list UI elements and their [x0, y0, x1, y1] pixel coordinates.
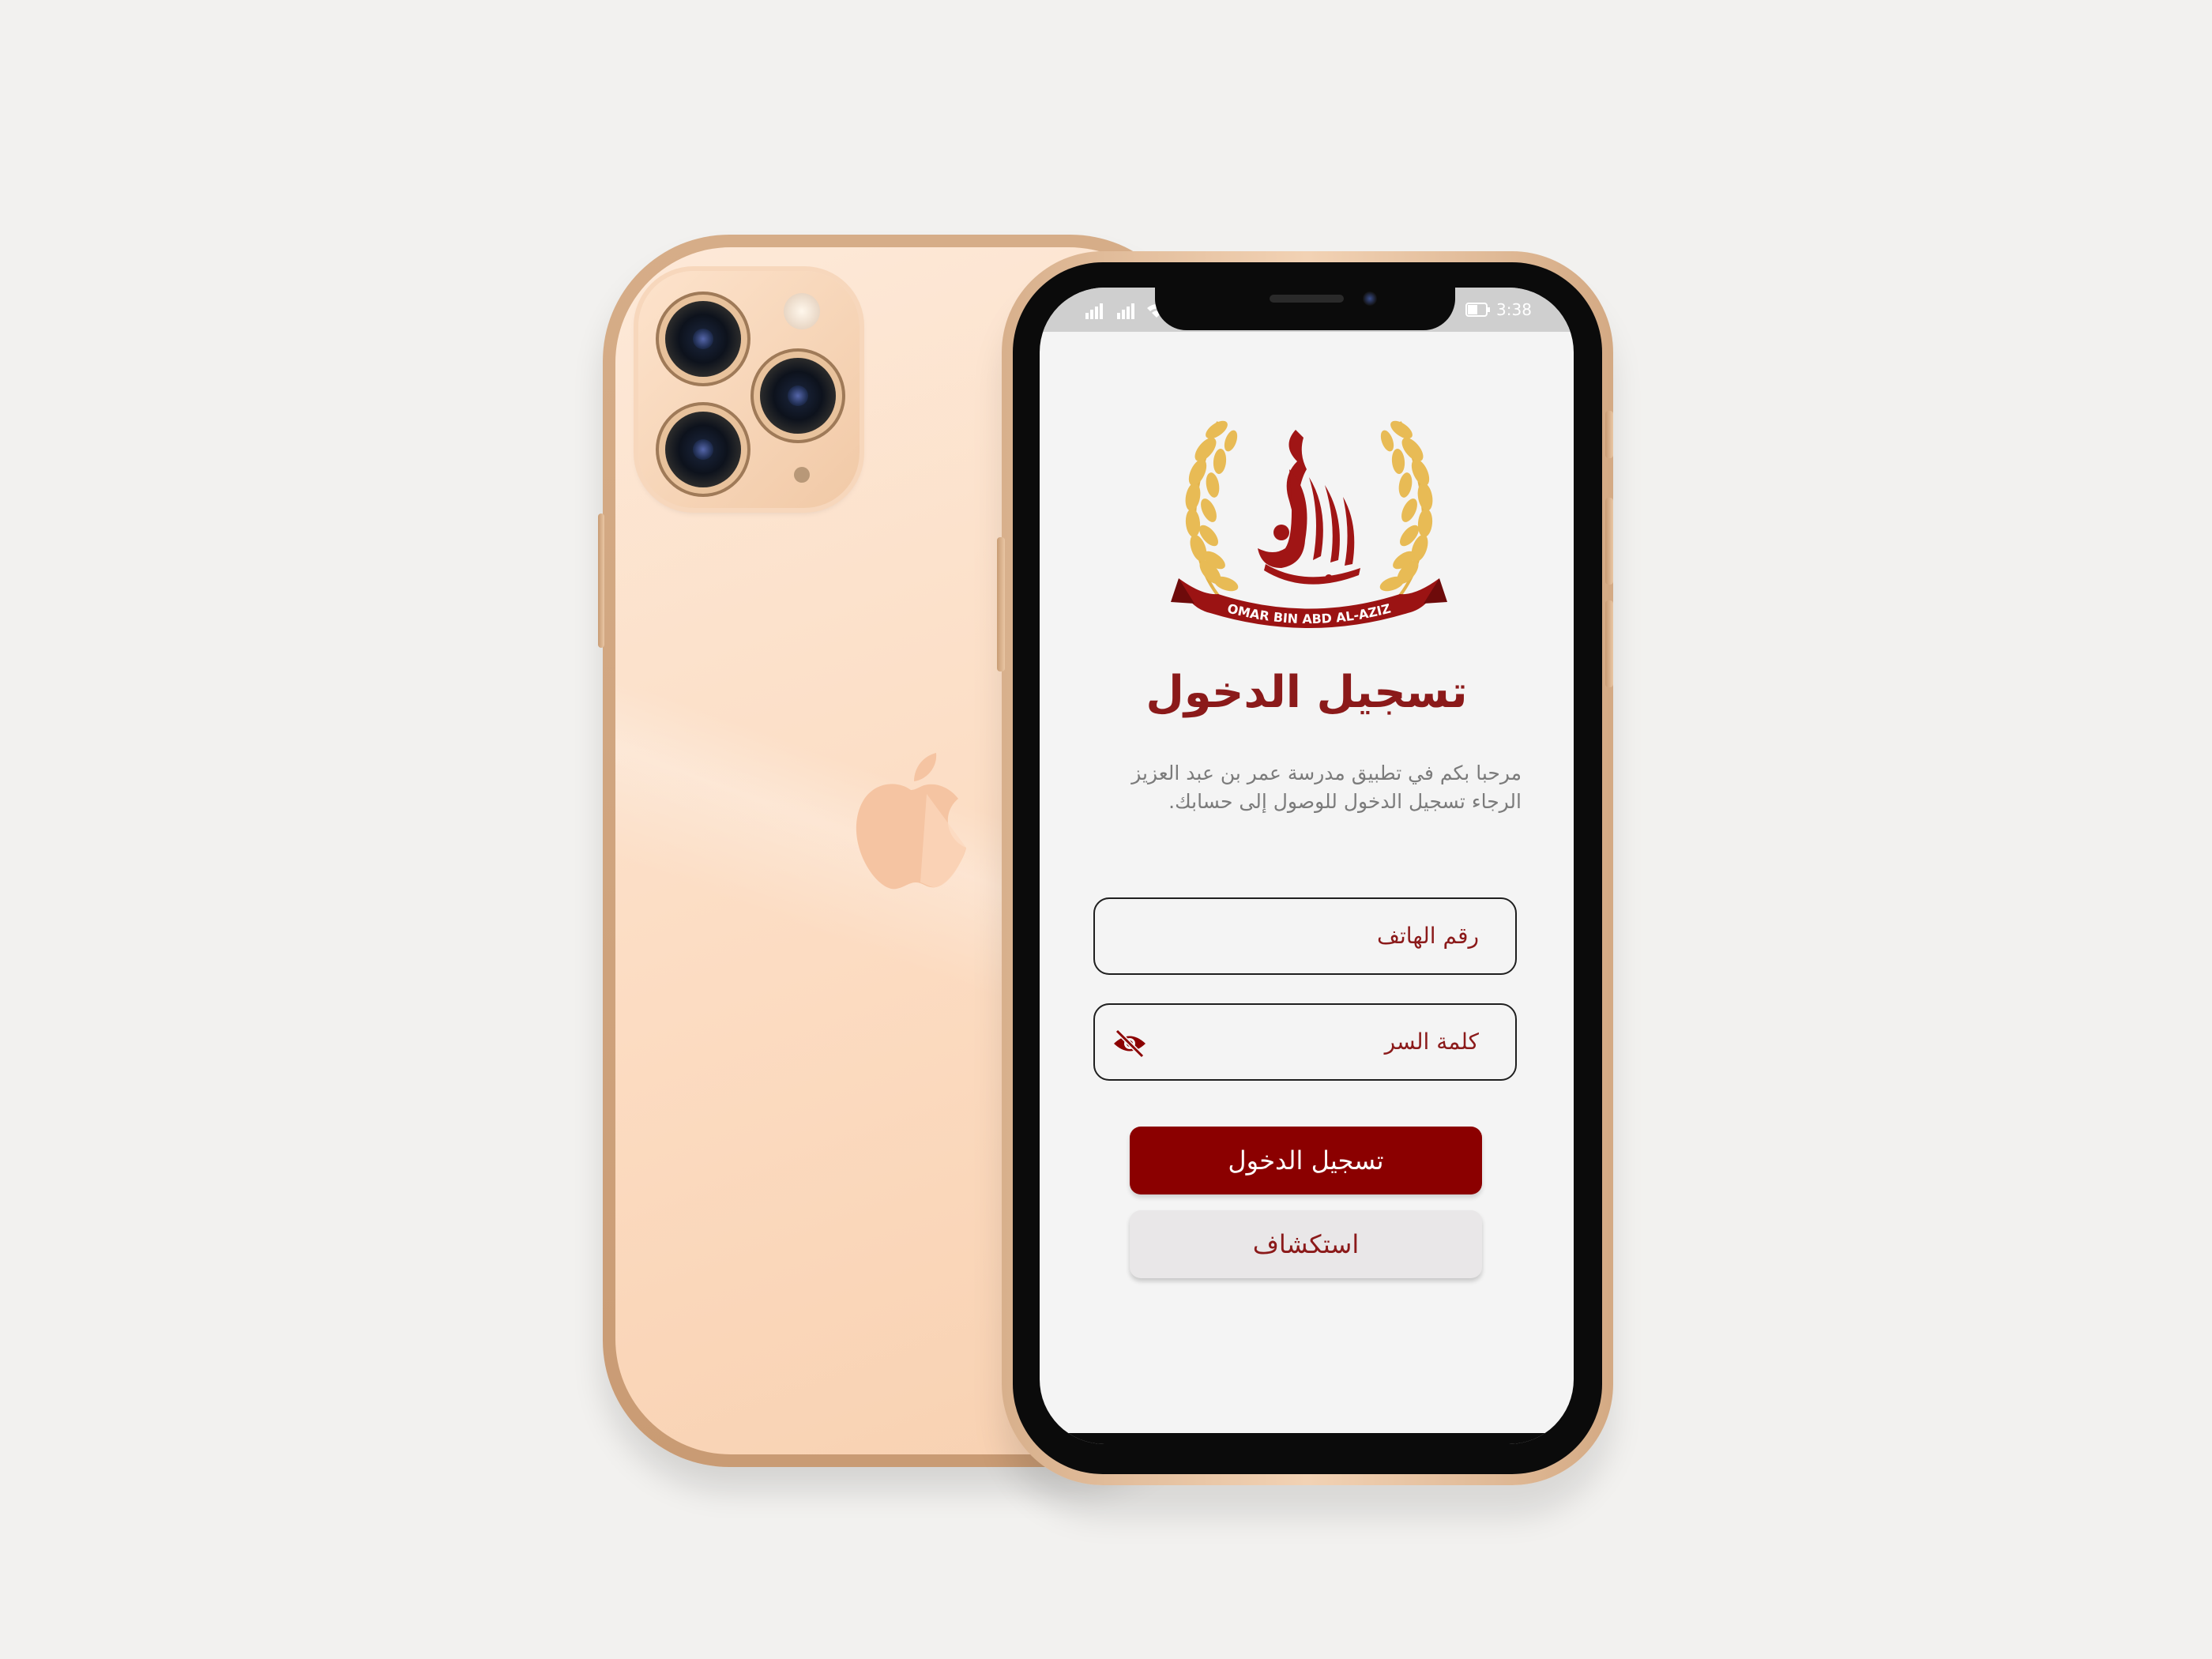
power-button [997, 537, 1005, 672]
phone-screen: 3:38 OMAR BIN ABD AL-AZIZ تسجيل الدخول م… [1040, 288, 1574, 1444]
school-logo: OMAR BIN ABD AL-AZIZ [1171, 420, 1447, 628]
explore-button[interactable]: استكشاف [1130, 1210, 1482, 1278]
welcome-message-line1: مرحبا بكم في تطبيق مدرسة عمر بن عبد العز… [1131, 762, 1522, 784]
flash-icon [784, 293, 820, 329]
microphone-dot [794, 467, 810, 483]
volume-down-button [1605, 600, 1613, 687]
login-button[interactable]: تسجيل الدخول [1130, 1127, 1482, 1194]
page-title: تسجيل الدخول [1146, 667, 1468, 718]
camera-module [638, 271, 860, 508]
camera-lens-icon [665, 301, 741, 377]
status-time: 3:38 [1496, 300, 1532, 319]
phone-number-field[interactable]: رقم الهاتف [1093, 897, 1517, 975]
camera-lens-icon [760, 358, 836, 434]
battery-icon [1465, 303, 1490, 317]
phone-number-placeholder: رقم الهاتف [1377, 923, 1479, 949]
screen-bottom-edge [1040, 1433, 1574, 1444]
welcome-message-line2: الرجاء تسجيل الدخول للوصول إلى حسابك. [1168, 790, 1522, 813]
apple-logo-icon [856, 753, 966, 890]
earpiece-speaker [1270, 295, 1344, 303]
mute-switch [1605, 411, 1613, 458]
notch [1155, 280, 1455, 330]
back-side-button [598, 514, 604, 648]
eye-slash-icon[interactable] [1112, 1029, 1147, 1059]
front-camera-icon [1363, 292, 1377, 306]
password-field[interactable]: كلمة السر [1093, 1003, 1517, 1081]
volume-up-button [1605, 498, 1613, 585]
camera-lens-icon [665, 412, 741, 487]
password-placeholder: كلمة السر [1384, 1029, 1479, 1055]
